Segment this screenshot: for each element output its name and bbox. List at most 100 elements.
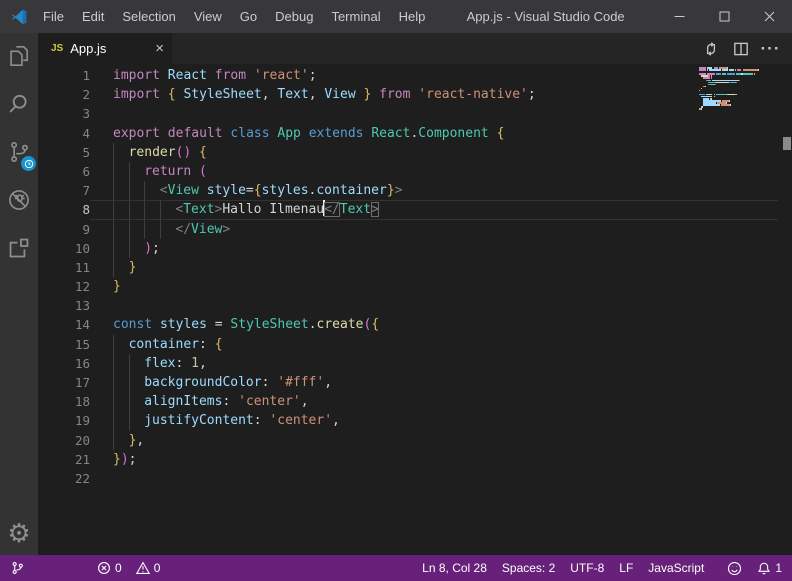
status-encoding[interactable]: UTF-8 — [570, 561, 604, 575]
code-line[interactable]: 22 — [38, 469, 792, 488]
close-icon[interactable] — [747, 0, 792, 33]
errors-status[interactable]: 0 — [97, 561, 122, 575]
status-eol[interactable]: LF — [619, 561, 633, 575]
code-line[interactable]: 4export default class App extends React.… — [38, 124, 792, 143]
maximize-icon[interactable] — [702, 0, 747, 33]
line-number[interactable]: 16 — [38, 354, 90, 373]
status-cursor-position[interactable]: Ln 8, Col 28 — [422, 561, 487, 575]
activity-item-explorer[interactable] — [0, 35, 38, 82]
code-line[interactable]: 14const styles = StyleSheet.create({ — [38, 315, 792, 334]
menu-edit[interactable]: Edit — [73, 0, 113, 33]
code-line[interactable]: 10); — [38, 239, 792, 258]
code-line[interactable]: 17backgroundColor: '#fff', — [38, 373, 792, 392]
code-line[interactable]: 20}, — [38, 431, 792, 450]
problems-status[interactable]: 0 0 — [97, 561, 160, 575]
code-line[interactable]: 16flex: 1, — [38, 354, 792, 373]
code-line[interactable]: 18alignItems: 'center', — [38, 392, 792, 411]
token-var: justifyContent — [144, 413, 254, 428]
line-number[interactable]: 11 — [38, 258, 90, 277]
minimap[interactable] — [699, 67, 781, 112]
activity-item-source-control[interactable] — [0, 131, 38, 178]
debug-icon — [6, 187, 32, 218]
menu-terminal[interactable]: Terminal — [322, 0, 389, 33]
code-line[interactable]: 6return ( — [38, 162, 792, 181]
indent-guide — [113, 392, 114, 411]
line-number[interactable]: 10 — [38, 239, 90, 258]
token-kwb: const — [113, 317, 152, 332]
code-line[interactable]: 21}); — [38, 450, 792, 469]
extensions-icon — [6, 235, 32, 266]
errors-count: 0 — [115, 561, 122, 575]
code-line[interactable]: 1import React from 'react'; — [38, 66, 792, 85]
token-cls: App — [277, 126, 300, 141]
line-number[interactable]: 1 — [38, 66, 90, 85]
token-pun: ; — [152, 241, 160, 256]
line-number[interactable]: 21 — [38, 450, 90, 469]
sync-icon[interactable] — [697, 35, 724, 62]
line-number[interactable]: 12 — [38, 277, 90, 296]
tab-appjs[interactable]: JS App.js × — [38, 33, 172, 64]
menu-file[interactable]: File — [34, 0, 73, 33]
line-number[interactable]: 9 — [38, 220, 90, 239]
gear-icon[interactable]: ⚙ — [7, 521, 30, 547]
status-indentation[interactable]: Spaces: 2 — [502, 561, 555, 575]
tab-close-icon[interactable]: × — [155, 41, 164, 56]
line-number[interactable]: 14 — [38, 315, 90, 334]
code-line[interactable]: 13 — [38, 296, 792, 315]
code-line-content: return ( — [90, 162, 792, 181]
code-line[interactable]: 2import { StyleSheet, Text, View } from … — [38, 85, 792, 104]
token-txt — [301, 126, 309, 141]
warnings-status[interactable]: 0 — [136, 561, 161, 575]
ellipsis-icon[interactable]: ··· — [757, 35, 784, 62]
status-branch-item[interactable] — [10, 560, 25, 576]
token-kw: import — [113, 68, 160, 83]
token-txt — [191, 145, 199, 160]
activity-item-debug[interactable] — [0, 179, 38, 226]
split-editor-icon[interactable] — [727, 35, 754, 62]
activity-item-extensions[interactable] — [0, 227, 38, 274]
menu-debug[interactable]: Debug — [266, 0, 322, 33]
code-line[interactable]: 7<View style={styles.container}> — [38, 181, 792, 200]
code-line[interactable]: 11} — [38, 258, 792, 277]
token-pun: ; — [309, 68, 317, 83]
activity-item-search[interactable] — [0, 83, 38, 130]
token-ang: </ — [324, 202, 340, 217]
feedback-smiley-icon[interactable] — [727, 561, 742, 576]
line-number[interactable]: 19 — [38, 411, 90, 430]
menu-view[interactable]: View — [185, 0, 231, 33]
line-number[interactable]: 13 — [38, 296, 90, 315]
status-language-mode[interactable]: JavaScript — [648, 561, 704, 575]
line-number[interactable]: 8 — [38, 200, 90, 219]
line-number[interactable]: 2 — [38, 85, 90, 104]
token-txt — [183, 356, 191, 371]
line-number[interactable]: 3 — [38, 104, 90, 123]
vertical-scrollbar[interactable] — [782, 64, 792, 555]
code-rows: 1import React from 'react';2import { Sty… — [38, 66, 792, 488]
menu-go[interactable]: Go — [231, 0, 266, 33]
code-line[interactable]: 8<Text>Hallo Ilmenau</Text> — [38, 200, 792, 219]
code-line-content — [90, 296, 792, 315]
line-number[interactable]: 18 — [38, 392, 90, 411]
line-number[interactable]: 6 — [38, 162, 90, 181]
code-line[interactable]: 19justifyContent: 'center', — [38, 411, 792, 430]
token-var: container — [316, 183, 386, 198]
line-number[interactable]: 17 — [38, 373, 90, 392]
line-number[interactable]: 15 — [38, 335, 90, 354]
menu-selection[interactable]: Selection — [113, 0, 184, 33]
line-number[interactable]: 20 — [38, 431, 90, 450]
token-pun: , — [309, 87, 317, 102]
line-number[interactable]: 5 — [38, 143, 90, 162]
code-line[interactable]: 12} — [38, 277, 792, 296]
line-number[interactable]: 7 — [38, 181, 90, 200]
code-line[interactable]: 9</View> — [38, 220, 792, 239]
line-number[interactable]: 22 — [38, 469, 90, 488]
files-icon — [6, 43, 32, 74]
code-editor[interactable]: 1import React from 'react';2import { Sty… — [38, 64, 792, 555]
menu-help[interactable]: Help — [390, 0, 435, 33]
line-number[interactable]: 4 — [38, 124, 90, 143]
code-line[interactable]: 3 — [38, 104, 792, 123]
minimize-icon[interactable] — [657, 0, 702, 33]
code-line[interactable]: 15container: { — [38, 335, 792, 354]
notifications-bell[interactable]: 1 — [757, 561, 782, 576]
code-line[interactable]: 5render() { — [38, 143, 792, 162]
